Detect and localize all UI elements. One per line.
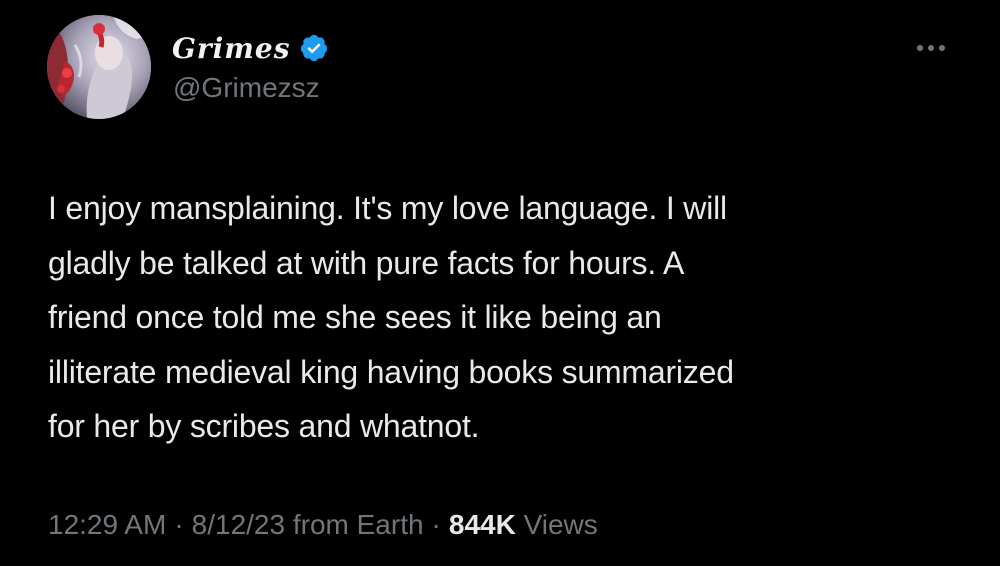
- author-handle[interactable]: @Grimezsz: [173, 72, 320, 104]
- tweet-text: I enjoy mansplaining. It's my love langu…: [48, 190, 734, 444]
- profile-avatar[interactable]: [47, 15, 151, 119]
- avatar-image: [47, 15, 151, 119]
- tweet-source: from Earth: [292, 509, 424, 540]
- meta-separator-2: ·: [431, 509, 441, 540]
- verified-badge-icon[interactable]: [299, 33, 329, 63]
- author-name-row: Grimes: [172, 30, 329, 66]
- tweet-card: Grimes @Grimezsz I enjoy mansplaining. I…: [0, 0, 1000, 566]
- meta-separator: ·: [174, 509, 184, 540]
- tweet-metadata: 12:29 AM · 8/12/23 from Earth · 844K Views: [48, 509, 598, 541]
- views-label: Views: [523, 509, 598, 540]
- views-count[interactable]: 844K: [449, 509, 516, 540]
- more-options-icon[interactable]: [914, 38, 948, 58]
- tweet-date[interactable]: 8/12/23: [192, 509, 285, 540]
- author-display-name[interactable]: Grimes: [172, 32, 291, 65]
- tweet-time[interactable]: 12:29 AM: [48, 509, 166, 540]
